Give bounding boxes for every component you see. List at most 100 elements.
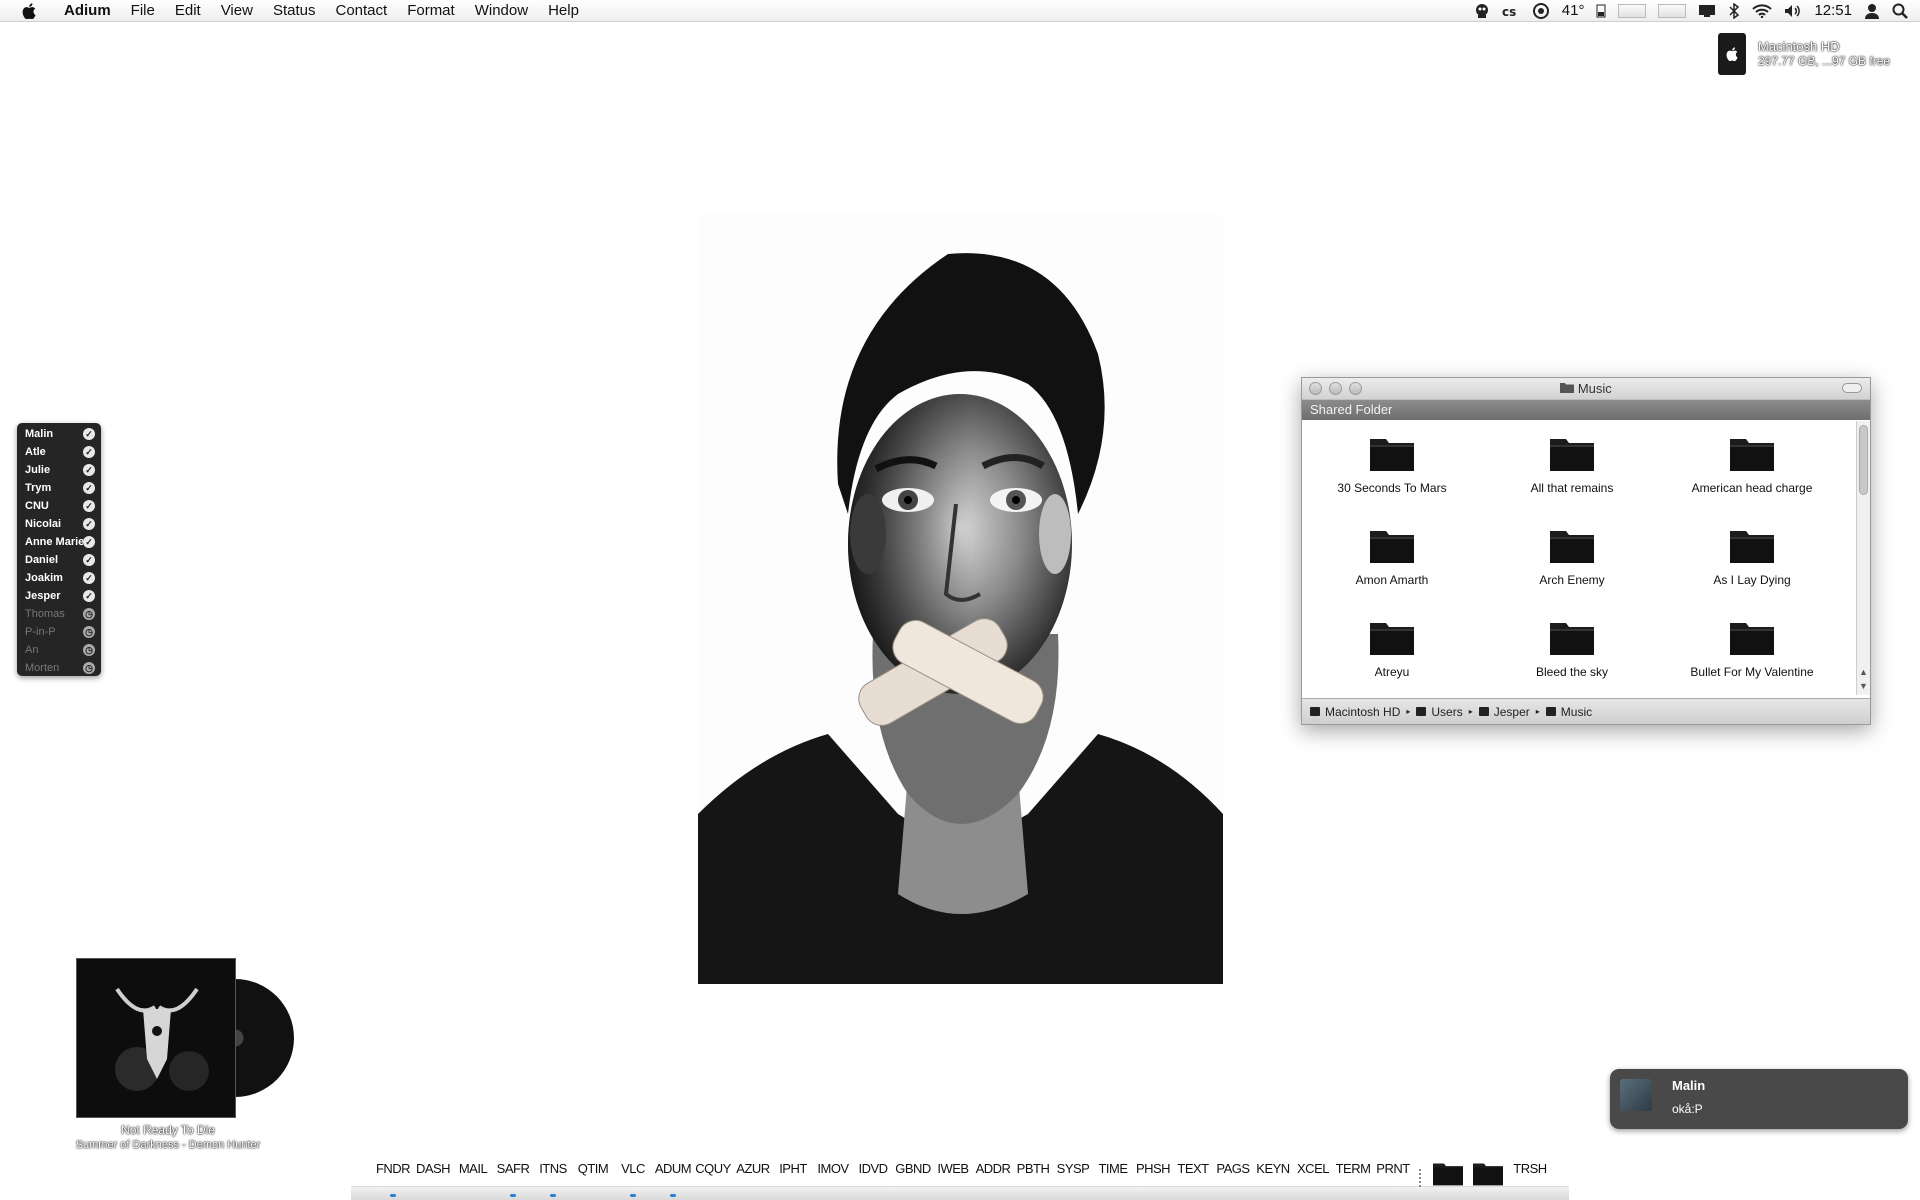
menu-file[interactable]: File <box>121 0 165 22</box>
buddy-row[interactable]: P-in-P ◷ <box>17 623 101 641</box>
folder-label: Bullet For My Valentine <box>1690 665 1814 679</box>
apple-menu-icon[interactable] <box>18 2 40 20</box>
menu-app-name[interactable]: Adium <box>54 0 121 22</box>
dock-separator[interactable] <box>1413 1149 1427 1200</box>
user-icon[interactable] <box>1864 3 1880 19</box>
buddy-row[interactable]: An ◷ <box>17 641 101 659</box>
dock-app-vlc[interactable]: VLC <box>613 1149 653 1200</box>
path-segment[interactable]: Jesper <box>1478 705 1530 719</box>
drive-widget[interactable]: Macintosh HD 297.77 GB, ...97 GB free <box>1718 32 1898 76</box>
folder-label: American head charge <box>1691 481 1813 495</box>
lastfm-icon[interactable]: cs <box>1502 5 1520 17</box>
path-segment[interactable]: Music <box>1545 705 1592 719</box>
folder-item[interactable]: Bullet For My Valentine <box>1662 615 1842 695</box>
buddy-row[interactable]: Julie ✓ <box>17 461 101 479</box>
dock-app-qtim[interactable]: QTIM <box>573 1149 613 1200</box>
dock-app-itns[interactable]: ITNS <box>533 1149 573 1200</box>
dock-app-addr[interactable]: ADDR <box>973 1149 1013 1200</box>
buddy-name: Thomas <box>25 608 65 620</box>
dock-app-safr[interactable]: SAFR <box>493 1149 533 1200</box>
toolbar-toggle-button[interactable] <box>1842 383 1862 393</box>
buddy-row[interactable]: Atle ✓ <box>17 443 101 461</box>
dock-app-pags[interactable]: PAGS <box>1213 1149 1253 1200</box>
dock-app-fndr[interactable]: FNDR <box>373 1149 413 1200</box>
buddy-row[interactable]: CNU ✓ <box>17 497 101 515</box>
folder-icon <box>1370 435 1414 471</box>
battery-icon[interactable] <box>1596 4 1606 18</box>
buddy-row[interactable]: Joakim ✓ <box>17 569 101 587</box>
folder-item[interactable]: Bleed the sky <box>1482 615 1662 695</box>
menu-status[interactable]: Status <box>263 0 326 22</box>
dock-app-mail[interactable]: MAIL <box>453 1149 493 1200</box>
buddy-row[interactable]: Trym ✓ <box>17 479 101 497</box>
dock-app-ipht[interactable]: IPHT <box>773 1149 813 1200</box>
hard-drive-icon[interactable] <box>1718 33 1746 75</box>
dock-app-gbnd[interactable]: GBND <box>893 1149 933 1200</box>
menu-view[interactable]: View <box>211 0 263 22</box>
menu-format[interactable]: Format <box>397 0 465 22</box>
buddy-row[interactable]: Malin ✓ <box>17 425 101 443</box>
folder-grid: 30 Seconds To Mars All that remains Americ… <box>1302 421 1856 695</box>
buddy-row[interactable]: Anne Marie ✓ <box>17 533 101 551</box>
folder-item[interactable]: Atreyu <box>1302 615 1482 695</box>
dock-app-time[interactable]: TIME <box>1093 1149 1133 1200</box>
vertical-scrollbar[interactable]: ▲ ▼ <box>1856 421 1870 695</box>
folder-label: 30 Seconds To Mars <box>1337 481 1447 495</box>
dock-app-label: SAFR <box>496 1161 530 1176</box>
dock-app-label: IPHT <box>779 1161 807 1176</box>
scroll-down-arrow-icon[interactable]: ▼ <box>1859 681 1868 691</box>
online-status-icon: ✓ <box>83 590 95 602</box>
menu-contact[interactable]: Contact <box>325 0 397 22</box>
menu-help[interactable]: Help <box>538 0 589 22</box>
temperature-readout[interactable]: 41° <box>1562 2 1585 19</box>
dock-app-xcel[interactable]: XCEL <box>1293 1149 1333 1200</box>
folder-item[interactable]: 30 Seconds To Mars <box>1302 431 1482 523</box>
path-segment[interactable]: Macintosh HD <box>1310 705 1400 719</box>
buddy-row[interactable]: Thomas ◷ <box>17 605 101 623</box>
folder-item[interactable]: Arch Enemy <box>1482 523 1662 615</box>
clock[interactable]: 12:51 <box>1814 2 1852 19</box>
memory-meter-icon[interactable] <box>1658 3 1687 18</box>
volume-icon[interactable] <box>1784 4 1802 18</box>
spotlight-search-icon[interactable] <box>1892 3 1908 19</box>
album-cover[interactable] <box>76 958 236 1118</box>
dock-app-term[interactable]: TERM <box>1333 1149 1373 1200</box>
display-icon[interactable] <box>1698 4 1716 18</box>
folder-item[interactable]: All that remains <box>1482 431 1662 523</box>
wifi-icon[interactable] <box>1752 3 1773 18</box>
dock-stack-folder[interactable] <box>1427 1149 1467 1200</box>
dock-stack-folder[interactable] <box>1467 1149 1507 1200</box>
dock-trash[interactable]: TRSH <box>1507 1149 1553 1200</box>
scroll-up-arrow-icon[interactable]: ▲ <box>1859 667 1868 677</box>
folder-item[interactable]: American head charge <box>1662 431 1842 523</box>
buddy-row[interactable]: Jesper ✓ <box>17 587 101 605</box>
adium-duck-icon[interactable] <box>1474 3 1490 19</box>
path-segment[interactable]: Users <box>1416 705 1463 719</box>
buddy-row[interactable]: Nicolai ✓ <box>17 515 101 533</box>
dock-app-cquy[interactable]: CQUY <box>693 1149 733 1200</box>
dock-app-text[interactable]: TEXT <box>1173 1149 1213 1200</box>
buddy-row[interactable]: Morten ◷ <box>17 659 101 677</box>
dock-app-adum[interactable]: ADUM <box>653 1149 693 1200</box>
folder-item[interactable]: As I Lay Dying <box>1662 523 1842 615</box>
dock-app-keyn[interactable]: KEYN <box>1253 1149 1293 1200</box>
folder-item[interactable]: Amon Amarth <box>1302 523 1482 615</box>
sync-icon[interactable] <box>1532 2 1550 19</box>
dock-app-azur[interactable]: AZUR <box>733 1149 773 1200</box>
finder-titlebar[interactable]: Music <box>1302 378 1870 400</box>
cpu-meter-icon[interactable] <box>1618 3 1647 18</box>
chat-notification[interactable]: Malin okå:P <box>1610 1069 1908 1129</box>
menu-window[interactable]: Window <box>465 0 538 22</box>
dock-app-imov[interactable]: IMOV <box>813 1149 853 1200</box>
bluetooth-icon[interactable] <box>1728 2 1740 19</box>
buddy-row[interactable]: Daniel ✓ <box>17 551 101 569</box>
dock-app-sysp[interactable]: SYSP <box>1053 1149 1093 1200</box>
dock-app-prnt[interactable]: PRNT <box>1373 1149 1413 1200</box>
dock-app-phsh[interactable]: PHSH <box>1133 1149 1173 1200</box>
menu-edit[interactable]: Edit <box>165 0 211 22</box>
dock-app-iweb[interactable]: IWEB <box>933 1149 973 1200</box>
dock-app-pbth[interactable]: PBTH <box>1013 1149 1053 1200</box>
dock-app-idvd[interactable]: IDVD <box>853 1149 893 1200</box>
dock-app-dash[interactable]: DASH <box>413 1149 453 1200</box>
scroll-thumb[interactable] <box>1859 425 1868 495</box>
